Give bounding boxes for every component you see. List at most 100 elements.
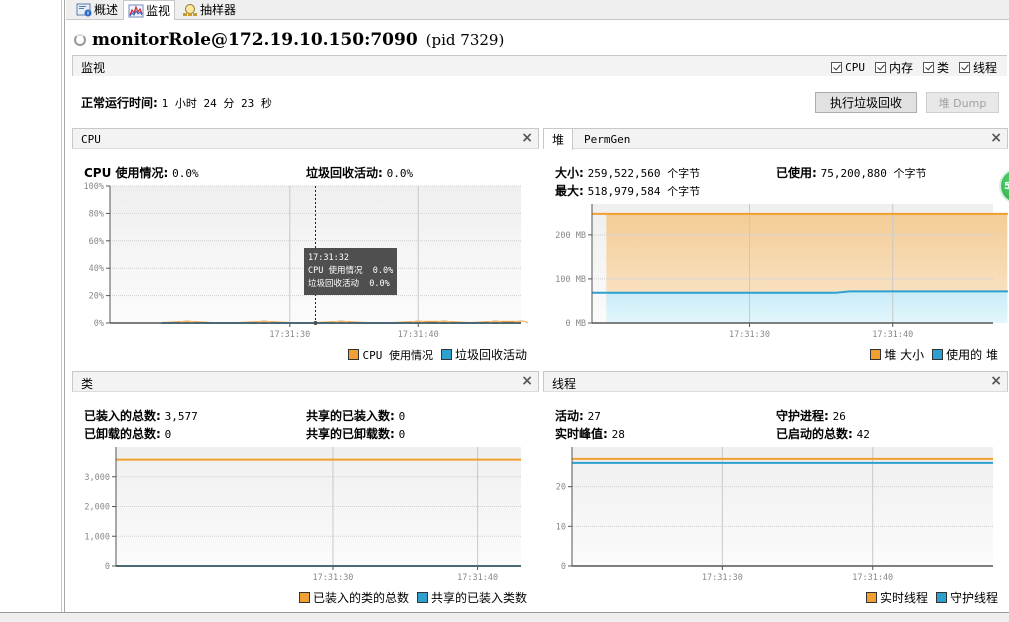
chart-tooltip: 17:31:32 CPU 使用情况 0.0% 垃圾回收活动 0.0%	[304, 248, 398, 295]
x-tick-label: 17:31:30	[729, 330, 770, 340]
cpu-panel-header: CPU ×	[72, 128, 539, 149]
y-tick-label: 3,000	[84, 473, 110, 483]
connection-pid: (pid 7329)	[425, 31, 505, 49]
tab-sampler[interactable]: 抽样器	[178, 0, 240, 19]
heap-size-stat: 大小: 259,522,560 个字节	[555, 166, 701, 180]
y-tick-label: 0	[561, 562, 566, 572]
legend-swatch-blue	[416, 592, 428, 603]
y-tick-label: 1,000	[84, 532, 110, 542]
uptime-label: 正常运行时间:	[81, 96, 158, 110]
toggle-memory-checkbox[interactable]: 内存	[874, 59, 913, 76]
y-tick-label: 2,000	[84, 503, 110, 513]
legend-swatch-blue	[440, 349, 452, 360]
panel-title: CPU	[81, 133, 101, 146]
tab-label: 监视	[146, 4, 171, 18]
toggle-classes-checkbox[interactable]: 类	[922, 59, 949, 76]
loading-spinner-icon	[74, 34, 86, 46]
tab-permgen[interactable]: PermGen	[576, 129, 638, 150]
legend-swatch-blue	[932, 349, 944, 360]
classes-chart[interactable]: 0 1,000 2,000 3,000 17:31:30 17:31:40	[72, 441, 539, 585]
threads-legend: 实时线程 守护线程	[865, 589, 998, 606]
legend-swatch-orange	[298, 592, 310, 603]
close-icon[interactable]: ×	[990, 130, 1002, 146]
tab-monitor[interactable]: 监视	[123, 0, 176, 20]
y-tick-label: 0 MB	[566, 319, 586, 329]
connection-name: monitorRole@172.19.10.150:7090	[92, 30, 418, 50]
monitor-chart-icon	[128, 4, 144, 18]
y-tick-label: 0%	[94, 319, 104, 329]
legend-item: 使用的 堆	[932, 346, 998, 363]
heap-legend: 堆 大小 使用的 堆	[870, 346, 998, 363]
y-tick-label: 60%	[89, 237, 104, 247]
view-tabbar: 概述 监视 抽样器	[66, 0, 1009, 20]
y-tick-label: 100 MB	[555, 275, 586, 285]
left-sidebar	[0, 0, 62, 612]
legend-swatch-orange	[865, 592, 877, 603]
y-tick-label: 200 MB	[555, 231, 586, 241]
cpu-usage-stat: CPU 使用情况: 0.0%	[84, 166, 199, 180]
classes-shared-unloaded-stat: 共享的已卸载数: 0	[306, 427, 406, 441]
sampler-icon	[182, 3, 198, 17]
threads-daemon-stat: 守护进程: 26	[776, 409, 846, 423]
threads-chart[interactable]: 0 10 20 17:31:30 17:31:40	[543, 441, 1008, 585]
close-icon[interactable]: ×	[990, 373, 1002, 389]
heap-dump-button[interactable]: 堆 Dump	[926, 92, 999, 113]
threads-live-stat: 活动: 27	[555, 409, 601, 423]
checkbox-checked-icon[interactable]	[831, 62, 843, 73]
threads-started-stat: 已启动的总数: 42	[776, 427, 870, 441]
cpu-panel: CPU × CPU 使用情况: 0.0% 垃圾回收活动: 0.0% 0% 20% 4…	[72, 128, 539, 368]
legend-item: 堆 大小	[870, 346, 924, 363]
y-tick-label: 80%	[89, 209, 104, 219]
toggle-threads-checkbox[interactable]: 线程	[958, 59, 997, 76]
tab-label: 抽样器	[200, 3, 237, 17]
tab-heap[interactable]: 堆	[544, 129, 574, 150]
legend-swatch-blue	[935, 592, 947, 603]
checkbox-checked-icon[interactable]	[958, 62, 970, 73]
section-title: 监视	[81, 61, 106, 75]
close-icon[interactable]: ×	[521, 130, 533, 146]
plot-background	[572, 447, 993, 566]
heap-panel: 堆 PermGen × 大小: 259,522,560 个字节 已使用: 75,…	[543, 128, 1008, 368]
x-tick-label: 17:31:30	[312, 573, 353, 583]
checkbox-checked-icon[interactable]	[922, 62, 934, 73]
x-tick-label: 17:31:40	[872, 330, 913, 340]
classes-loaded-stat: 已装入的总数: 3,577	[84, 409, 198, 423]
y-tick-label: 0	[105, 562, 110, 572]
legend-swatch-orange	[870, 349, 882, 360]
heap-panel-header: 堆 PermGen ×	[543, 128, 1008, 150]
y-tick-label: 20	[556, 483, 566, 493]
panel-toggles: CPU 内存 类 线程	[831, 59, 997, 76]
y-tick-label: 20%	[89, 292, 104, 302]
x-tick-label: 17:31:40	[852, 573, 893, 583]
heap-chart[interactable]: 0 MB 100 MB 200 MB 17:31:30 17:31:40	[543, 198, 1008, 342]
close-icon[interactable]: ×	[521, 373, 533, 389]
threads-panel-header: 线程 ×	[543, 371, 1008, 392]
tab-overview[interactable]: 概述	[72, 0, 122, 19]
series-area-1	[606, 291, 1008, 323]
tab-label: 概述	[94, 3, 119, 17]
legend-swatch-orange	[348, 349, 360, 360]
legend-item: CPU 使用情况	[348, 347, 433, 363]
x-tick-label: 17:31:30	[702, 573, 743, 583]
perform-gc-button[interactable]: 执行垃圾回收	[815, 92, 917, 113]
classes-panel: 类 × 已装入的总数: 3,577 共享的已装入数: 0 已卸载的总数: 0 共…	[72, 371, 539, 611]
x-tick-label: 17:31:30	[269, 330, 310, 340]
monitor-section-header: 监视 CPU 内存 类 线程	[72, 55, 1007, 76]
classes-shared-loaded-stat: 共享的已装入数: 0	[306, 409, 406, 423]
toggle-cpu-checkbox[interactable]: CPU	[831, 59, 865, 76]
classes-legend: 已装入的类的总数 共享的已装入类数	[298, 589, 527, 606]
legend-item: 垃圾回收活动	[440, 346, 527, 363]
y-tick-label: 10	[556, 522, 566, 532]
gc-activity-stat: 垃圾回收活动: 0.0%	[306, 166, 414, 180]
threads-peak-stat: 实时峰值: 28	[555, 427, 625, 441]
uptime-value: 1 小时 24 分 23 秒	[161, 97, 272, 110]
legend-item: 共享的已装入类数	[416, 589, 527, 606]
splitter[interactable]	[64, 0, 65, 612]
classes-unloaded-stat: 已卸载的总数: 0	[84, 427, 172, 441]
overview-icon	[76, 3, 92, 17]
cpu-legend: CPU 使用情况 垃圾回收活动	[348, 346, 527, 363]
y-tick-label: 100%	[84, 182, 104, 192]
legend-item: 实时线程	[865, 589, 928, 606]
checkbox-checked-icon[interactable]	[874, 62, 886, 73]
heap-used-stat: 已使用: 75,200,880 个字节	[776, 166, 927, 180]
